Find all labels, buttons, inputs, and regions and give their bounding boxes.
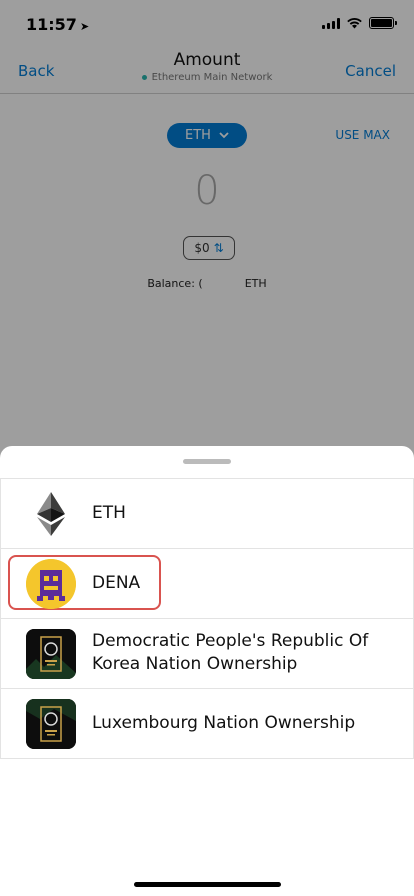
ethereum-logo-icon <box>37 492 65 536</box>
token-name: Luxembourg Nation Ownership <box>92 713 356 733</box>
token-row-dprk-nation-ownership[interactable]: Democratic People's Republic Of Korea Na… <box>0 619 414 689</box>
home-indicator[interactable] <box>134 882 281 887</box>
token-row-dena[interactable]: DENA <box>0 549 414 619</box>
dena-token-icon <box>26 559 76 609</box>
token-row-eth[interactable]: ETH <box>0 479 414 549</box>
token-name-line-1: Democratic People's Republic Of <box>92 631 369 651</box>
token-list: ETH DENA Democratic People's Republic Of… <box>0 478 414 759</box>
token-select-sheet: ETH DENA Democratic People's Republic Of… <box>0 446 414 896</box>
token-name: Democratic People's Republic Of Korea Na… <box>92 630 392 676</box>
token-name-line-2: Korea Nation Ownership <box>92 654 298 674</box>
sheet-drag-handle[interactable] <box>183 459 231 464</box>
nation-ownership-nft-icon <box>26 699 76 749</box>
nation-ownership-nft-icon <box>26 629 76 679</box>
token-name: ETH <box>92 503 126 523</box>
token-row-luxembourg-nation-ownership[interactable]: Luxembourg Nation Ownership <box>0 689 414 759</box>
token-name: DENA <box>92 573 141 593</box>
